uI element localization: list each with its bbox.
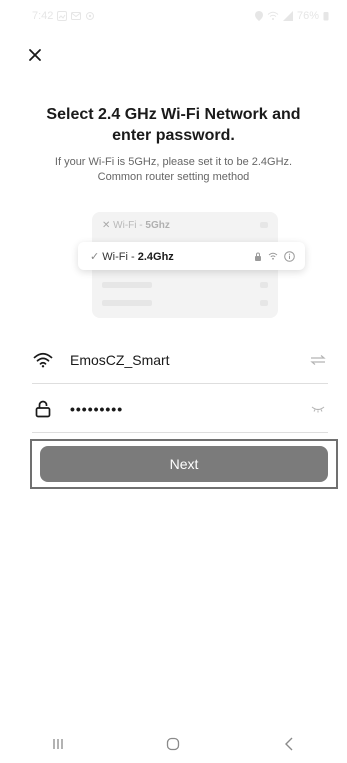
password-field[interactable]: •••••••••	[32, 385, 328, 433]
wifi-status-icon	[267, 11, 279, 20]
wifi-icon	[32, 349, 54, 371]
home-icon	[167, 737, 180, 751]
illustration-row-24g-label: ✓ Wi-Fi - 2.4Ghz	[90, 250, 174, 263]
toggle-password-visibility-button[interactable]	[308, 399, 328, 419]
navigation-bar	[0, 725, 347, 763]
wifi-small-icon	[268, 252, 278, 260]
check-icon: ✓	[90, 250, 100, 263]
battery-percent: 76%	[296, 10, 319, 22]
recent-apps-icon	[53, 739, 63, 749]
placeholder-block	[260, 222, 268, 228]
wifi-ssid-value: EmosCZ_Smart	[70, 351, 170, 368]
illustration-row-5g-prefix: Wi-Fi -	[113, 219, 146, 231]
back-button[interactable]	[259, 729, 319, 759]
info-small-icon	[284, 250, 295, 262]
status-right: 76%	[254, 10, 329, 22]
location-icon	[254, 11, 263, 21]
close-icon	[29, 49, 41, 61]
illustration-row-blank-2	[102, 298, 268, 308]
illustration-row-5g: ✕ Wi-Fi - 5Ghz	[102, 220, 268, 231]
next-button[interactable]: Next	[40, 446, 328, 482]
illustration-row-24g-icons	[254, 250, 295, 262]
illustration-row-5g-label: ✕ Wi-Fi - 5Ghz	[102, 220, 170, 231]
switch-network-button[interactable]	[308, 350, 328, 370]
placeholder-bar	[102, 282, 152, 288]
home-button[interactable]	[143, 729, 203, 759]
back-icon	[285, 737, 293, 751]
status-left: 7:42	[32, 10, 95, 22]
password-value: •••••••••	[70, 400, 124, 417]
page-title: Select 2.4 GHz Wi-Fi Network and enter p…	[46, 106, 301, 144]
illustration-row-24g: ✓ Wi-Fi - 2.4Ghz	[78, 242, 305, 270]
lock-icon	[32, 398, 54, 420]
settings-notification-icon	[86, 12, 95, 20]
lock-small-icon	[255, 252, 261, 261]
switch-arrows-icon	[310, 354, 326, 365]
signal-icon	[282, 11, 293, 21]
eye-closed-icon	[311, 406, 325, 412]
placeholder-block	[260, 300, 268, 306]
illustration-row-blank-1	[102, 280, 268, 290]
placeholder-block	[260, 282, 268, 288]
battery-icon	[323, 12, 329, 21]
gallery-notification-icon	[57, 11, 68, 21]
illustration-row-5g-band: 5Ghz	[145, 219, 170, 231]
mail-notification-icon	[71, 12, 82, 20]
wifi-ssid-field[interactable]: EmosCZ_Smart	[32, 336, 328, 384]
illustration-row-24g-band: 2.4Ghz	[137, 250, 174, 263]
status-bar: 7:42 76%	[0, 0, 347, 32]
close-button[interactable]	[24, 44, 46, 66]
page-subtitle: If your Wi-Fi is 5GHz, please set it to …	[54, 156, 293, 183]
status-time: 7:42	[32, 10, 54, 22]
x-mark-icon: ✕	[102, 219, 111, 231]
placeholder-bar	[102, 300, 152, 306]
illustration-row-24g-prefix: Wi-Fi -	[102, 250, 138, 263]
recent-apps-button[interactable]	[28, 729, 88, 759]
